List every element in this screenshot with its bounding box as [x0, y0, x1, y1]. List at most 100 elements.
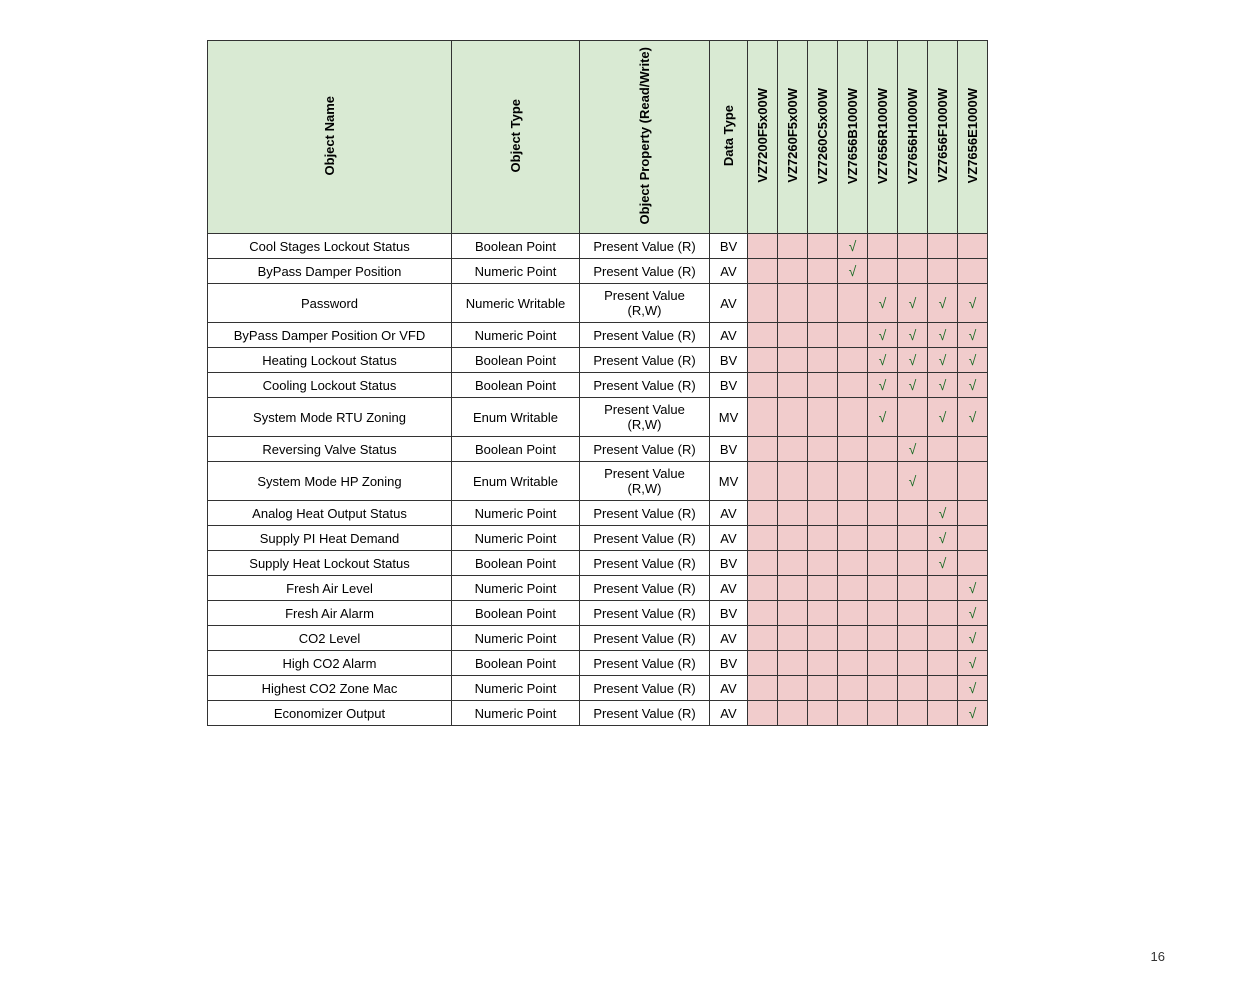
cell-mark [868, 626, 898, 651]
check-icon: √ [969, 605, 977, 621]
cell-mark [898, 234, 928, 259]
check-icon: √ [969, 352, 977, 368]
cell-object-property: Present Value (R) [580, 348, 710, 373]
check-icon: √ [969, 327, 977, 343]
cell-object-property: Present Value (R) [580, 626, 710, 651]
cell-mark [748, 701, 778, 726]
cell-mark [898, 601, 928, 626]
cell-object-name: Heating Lockout Status [208, 348, 452, 373]
check-icon: √ [879, 409, 887, 425]
cell-mark [748, 501, 778, 526]
cell-object-property: Present Value (R) [580, 551, 710, 576]
cell-mark: √ [898, 284, 928, 323]
cell-data-type: AV [710, 259, 748, 284]
header-object-property-label: Object Property (Read/Write) [637, 47, 652, 224]
cell-object-name: Cool Stages Lockout Status [208, 234, 452, 259]
cell-mark [778, 284, 808, 323]
cell-mark [778, 437, 808, 462]
cell-mark [868, 501, 898, 526]
cell-mark [808, 259, 838, 284]
cell-mark [778, 323, 808, 348]
cell-mark [808, 462, 838, 501]
cell-mark [778, 576, 808, 601]
cell-mark: √ [928, 323, 958, 348]
table-row: CO2 LevelNumeric PointPresent Value (R)A… [208, 626, 988, 651]
table-row: High CO2 AlarmBoolean PointPresent Value… [208, 651, 988, 676]
table-row: Cooling Lockout StatusBoolean PointPrese… [208, 373, 988, 398]
cell-mark [868, 651, 898, 676]
cell-data-type: AV [710, 676, 748, 701]
cell-mark [958, 437, 988, 462]
cell-mark [778, 651, 808, 676]
cell-object-type: Numeric Point [452, 576, 580, 601]
cell-mark [748, 323, 778, 348]
cell-object-type: Boolean Point [452, 234, 580, 259]
cell-object-type: Enum Writable [452, 462, 580, 501]
cell-mark [868, 551, 898, 576]
cell-mark: √ [958, 601, 988, 626]
cell-mark: √ [958, 676, 988, 701]
cell-object-name: Password [208, 284, 452, 323]
cell-data-type: AV [710, 323, 748, 348]
cell-mark [838, 526, 868, 551]
table-row: Economizer OutputNumeric PointPresent Va… [208, 701, 988, 726]
cell-mark [928, 234, 958, 259]
cell-data-type: BV [710, 551, 748, 576]
cell-object-type: Numeric Point [452, 526, 580, 551]
cell-mark: √ [958, 323, 988, 348]
cell-mark [838, 676, 868, 701]
cell-mark [748, 601, 778, 626]
header-model-6-label: VZ7656F1000W [935, 88, 950, 183]
cell-object-name: System Mode HP Zoning [208, 462, 452, 501]
cell-object-property: Present Value (R,W) [580, 284, 710, 323]
cell-mark [838, 501, 868, 526]
cell-mark [898, 626, 928, 651]
table-row: System Mode RTU ZoningEnum WritablePrese… [208, 398, 988, 437]
cell-object-name: CO2 Level [208, 626, 452, 651]
header-object-type: Object Type [452, 41, 580, 234]
cell-mark [808, 676, 838, 701]
cell-mark [838, 576, 868, 601]
cell-mark [928, 701, 958, 726]
cell-data-type: AV [710, 626, 748, 651]
check-icon: √ [849, 238, 857, 254]
cell-mark [838, 323, 868, 348]
cell-mark [868, 526, 898, 551]
header-model-0-label: VZ7200F5x00W [755, 88, 770, 183]
table-row: Analog Heat Output StatusNumeric PointPr… [208, 501, 988, 526]
header-data-type-label: Data Type [721, 105, 736, 166]
cell-data-type: MV [710, 398, 748, 437]
table-row: Cool Stages Lockout StatusBoolean PointP… [208, 234, 988, 259]
cell-object-type: Boolean Point [452, 437, 580, 462]
cell-object-property: Present Value (R) [580, 259, 710, 284]
cell-mark [838, 348, 868, 373]
cell-object-type: Numeric Writable [452, 284, 580, 323]
cell-object-name: Reversing Valve Status [208, 437, 452, 462]
cell-mark [898, 701, 928, 726]
cell-object-property: Present Value (R) [580, 234, 710, 259]
cell-mark: √ [928, 398, 958, 437]
cell-data-type: AV [710, 526, 748, 551]
cell-data-type: BV [710, 651, 748, 676]
cell-object-name: ByPass Damper Position Or VFD [208, 323, 452, 348]
header-object-type-label: Object Type [508, 99, 523, 172]
cell-mark: √ [928, 526, 958, 551]
cell-mark [778, 398, 808, 437]
cell-mark [928, 601, 958, 626]
cell-object-type: Numeric Point [452, 676, 580, 701]
page-container: Object Name Object Type Object Property … [0, 40, 1235, 994]
cell-data-type: AV [710, 284, 748, 323]
header-model-1-label: VZ7260F5x00W [785, 88, 800, 183]
cell-object-name: Highest CO2 Zone Mac [208, 676, 452, 701]
cell-mark [808, 626, 838, 651]
header-model-0: VZ7200F5x00W [748, 41, 778, 234]
cell-data-type: BV [710, 373, 748, 398]
cell-object-name: ByPass Damper Position [208, 259, 452, 284]
cell-mark [898, 676, 928, 701]
cell-mark: √ [958, 651, 988, 676]
cell-mark [808, 501, 838, 526]
cell-mark: √ [928, 373, 958, 398]
cell-mark: √ [928, 501, 958, 526]
cell-mark [808, 323, 838, 348]
cell-mark [748, 398, 778, 437]
